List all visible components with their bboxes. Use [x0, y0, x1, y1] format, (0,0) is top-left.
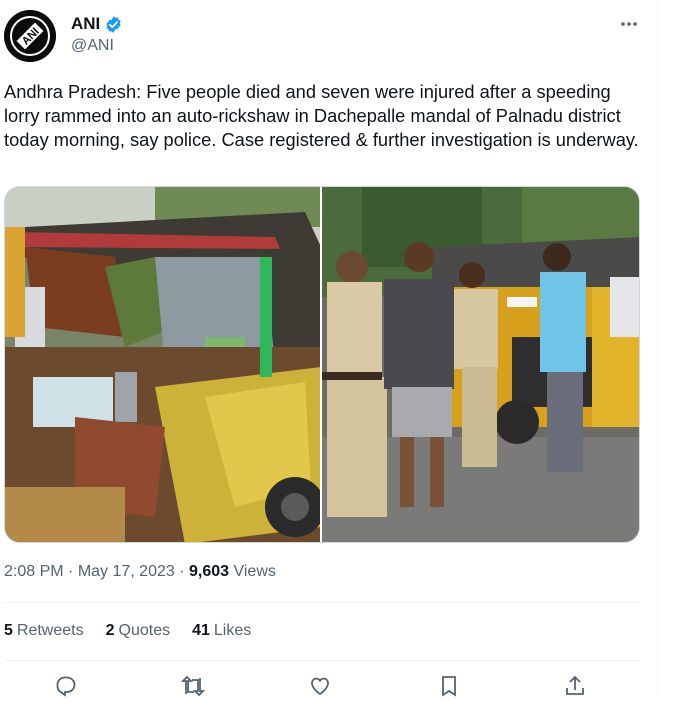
bookmark-button[interactable]: [437, 674, 465, 698]
photo-damaged-rickshaw: [5, 187, 320, 542]
likes-stat[interactable]: 41 Likes: [192, 622, 251, 640]
divider: [4, 660, 640, 661]
tweet-meta: 2:08 PM · May 17, 2023 · 9,603 Views: [4, 563, 276, 581]
more-options-button[interactable]: [617, 12, 641, 36]
author-avatar[interactable]: ANI: [4, 10, 56, 62]
timeline-border: [657, 0, 658, 693]
share-icon: [566, 675, 584, 695]
tweet-photo-1[interactable]: [5, 187, 320, 542]
reply-icon: [56, 676, 76, 697]
tweet-date[interactable]: May 17, 2023: [78, 563, 175, 581]
retweet-button[interactable]: [180, 674, 208, 698]
action-bar: [0, 674, 640, 698]
author-name-row[interactable]: ANI: [71, 14, 123, 34]
tweet-media: [4, 186, 640, 543]
views-count: 9,603: [188, 563, 230, 580]
retweets-stat[interactable]: 5 Retweets: [4, 622, 84, 640]
quotes-stat[interactable]: 2 Quotes: [106, 622, 171, 640]
like-icon: [311, 677, 329, 696]
bookmark-icon: [442, 676, 456, 697]
author-name[interactable]: ANI: [71, 14, 100, 34]
retweet-icon: [180, 675, 206, 697]
more-options-icon: [621, 22, 637, 26]
tweet-time[interactable]: 2:08 PM: [4, 563, 64, 581]
engagement-stats: 5 Retweets 2 Quotes 41 Likes: [4, 622, 251, 640]
share-button[interactable]: [563, 674, 591, 698]
meta-separator: ·: [63, 563, 78, 580]
like-button[interactable]: [308, 674, 336, 698]
verified-badge-icon: [106, 15, 121, 33]
photo-police-at-scene: [322, 187, 639, 542]
reply-button[interactable]: [54, 674, 82, 698]
divider: [4, 602, 640, 603]
views-label: Views: [229, 563, 276, 580]
tweet-text: Andhra Pradesh: Five people died and sev…: [4, 81, 639, 150]
ani-logo-icon: ANI: [4, 10, 56, 62]
tweet-photo-2[interactable]: [322, 187, 639, 542]
meta-separator: ·: [174, 563, 189, 580]
author-handle[interactable]: @ANI: [71, 37, 114, 55]
